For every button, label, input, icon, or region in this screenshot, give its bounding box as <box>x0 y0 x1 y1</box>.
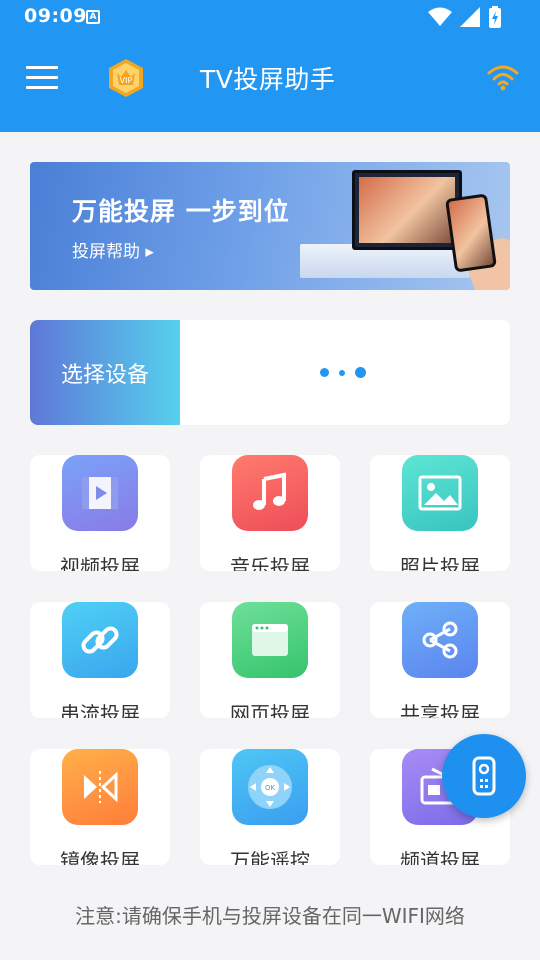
select-device-button[interactable]: 选择设备 <box>30 320 180 425</box>
feature-label: 镜像投屏 <box>60 849 140 865</box>
svg-text:OK: OK <box>265 784 276 792</box>
feature-web-cast[interactable]: 网页投屏 <box>200 602 340 718</box>
wifi-connect-icon[interactable] <box>486 62 520 92</box>
remote-control-fab[interactable] <box>442 734 526 818</box>
feature-stream-cast[interactable]: 串流投屏 <box>30 602 170 718</box>
remote-control-icon <box>472 756 496 796</box>
feature-label: 频道投屏 <box>400 849 480 865</box>
device-selector: 选择设备 <box>30 320 510 425</box>
feature-label: 网页投屏 <box>230 702 310 718</box>
app-title: TV投屏助手 <box>200 65 336 94</box>
vip-badge-icon[interactable]: VIP <box>106 58 146 98</box>
feature-label: 万能遥控 <box>230 849 310 865</box>
app-header: 09:09 A VIP TV投屏助手 <box>0 0 540 132</box>
feature-video-cast[interactable]: 视频投屏 <box>30 455 170 571</box>
phone-graphic <box>445 193 497 273</box>
feature-universal-remote[interactable]: OK 万能遥控 <box>200 749 340 865</box>
searching-dots-indicator <box>320 367 366 378</box>
status-icons <box>428 6 502 28</box>
music-icon <box>232 455 308 531</box>
video-icon <box>62 455 138 531</box>
feature-photo-cast[interactable]: 照片投屏 <box>370 455 510 571</box>
mirror-icon <box>62 749 138 825</box>
cell-signal-icon <box>460 7 480 27</box>
banner-help-link[interactable]: 投屏帮助 ▸ <box>72 237 154 262</box>
menu-icon[interactable] <box>26 66 58 90</box>
banner-headline: 万能投屏 一步到位 <box>72 197 290 226</box>
photo-icon <box>402 455 478 531</box>
feature-label: 音乐投屏 <box>230 555 310 571</box>
remote-dpad-icon: OK <box>232 749 308 825</box>
status-bar: 09:09 A <box>0 0 540 34</box>
feature-label: 照片投屏 <box>400 555 480 571</box>
wifi-signal-icon <box>428 7 452 26</box>
status-time: 09:09 <box>24 5 87 27</box>
wifi-notice: 注意:请确保手机与投屏设备在同一WIFI网络 <box>75 904 465 928</box>
feature-share-cast[interactable]: 共享投屏 <box>370 602 510 718</box>
feature-label: 视频投屏 <box>60 555 140 571</box>
share-icon <box>402 602 478 678</box>
browser-icon <box>232 602 308 678</box>
notification-a-icon: A <box>86 10 100 24</box>
feature-music-cast[interactable]: 音乐投屏 <box>200 455 340 571</box>
feature-label: 串流投屏 <box>60 702 140 718</box>
vip-label: VIP <box>120 76 133 85</box>
link-icon <box>62 602 138 678</box>
battery-icon <box>489 6 501 28</box>
tv-graphic <box>352 170 462 250</box>
feature-label: 共享投屏 <box>400 702 480 718</box>
promo-banner[interactable]: 万能投屏 一步到位 投屏帮助 ▸ <box>30 162 510 290</box>
feature-mirror-cast[interactable]: 镜像投屏 <box>30 749 170 865</box>
